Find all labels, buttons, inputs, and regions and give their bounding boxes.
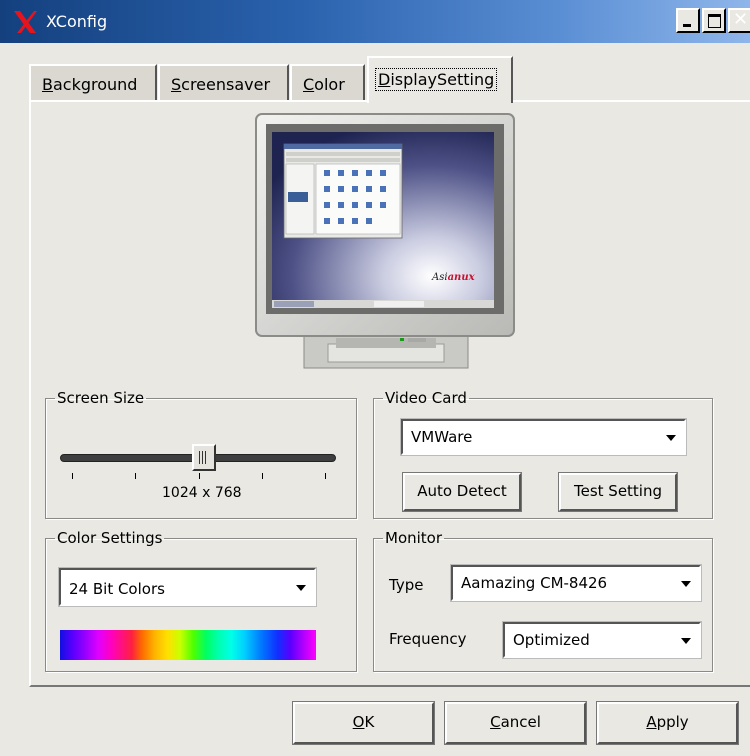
monitor-type-select[interactable]: Aamazing CM-8426 <box>451 565 701 601</box>
color-depth-select[interactable]: 24 Bit Colors <box>59 568 316 606</box>
title-bar[interactable]: XConfig ✕ <box>0 0 750 43</box>
slider-tick <box>199 473 200 479</box>
video-card-select[interactable]: VMWare <box>401 419 686 455</box>
frequency-label: Frequency <box>389 630 467 648</box>
video-card-legend: Video Card <box>385 389 467 407</box>
tab-color[interactable]: Color <box>290 64 365 101</box>
minimize-button[interactable] <box>676 8 700 33</box>
screen-size-slider-thumb[interactable] <box>192 444 216 471</box>
x-logo-icon <box>14 11 37 33</box>
tab-screensaver[interactable]: Screensaver <box>158 64 289 101</box>
auto-detect-button[interactable]: Auto Detect <box>403 473 521 511</box>
slider-tick <box>72 473 73 479</box>
tab-displaysetting[interactable]: DisplaySetting <box>367 56 513 103</box>
slider-tick <box>135 473 136 479</box>
cancel-button[interactable]: Cancel <box>445 702 586 744</box>
resolution-label: 1024 x 768 <box>162 485 242 501</box>
monitor-preview-image: Asianux <box>255 113 515 369</box>
color-settings-legend: Color Settings <box>57 529 163 547</box>
apply-button[interactable]: Apply <box>597 702 738 744</box>
frequency-select[interactable]: Optimized <box>503 622 701 658</box>
monitor-legend: Monitor <box>385 529 443 547</box>
close-button[interactable]: ✕ <box>728 8 750 33</box>
test-setting-button[interactable]: Test Setting <box>559 473 677 511</box>
dropdown-arrow-icon <box>296 585 306 591</box>
slider-tick <box>262 473 263 479</box>
tab-background[interactable]: Background <box>29 64 157 101</box>
monitor-type-label: Type <box>389 576 424 594</box>
screen-size-legend: Screen Size <box>57 389 145 407</box>
preview-brand-text: Asianux <box>431 272 476 283</box>
slider-tick <box>325 473 326 479</box>
dropdown-arrow-icon <box>666 435 676 441</box>
color-spectrum-bar <box>60 630 316 660</box>
maximize-button[interactable] <box>702 8 726 33</box>
dropdown-arrow-icon <box>681 638 691 644</box>
window-title: XConfig <box>46 12 108 31</box>
close-icon: ✕ <box>733 9 749 30</box>
ok-button[interactable]: OK <box>293 702 434 744</box>
dropdown-arrow-icon <box>681 581 691 587</box>
